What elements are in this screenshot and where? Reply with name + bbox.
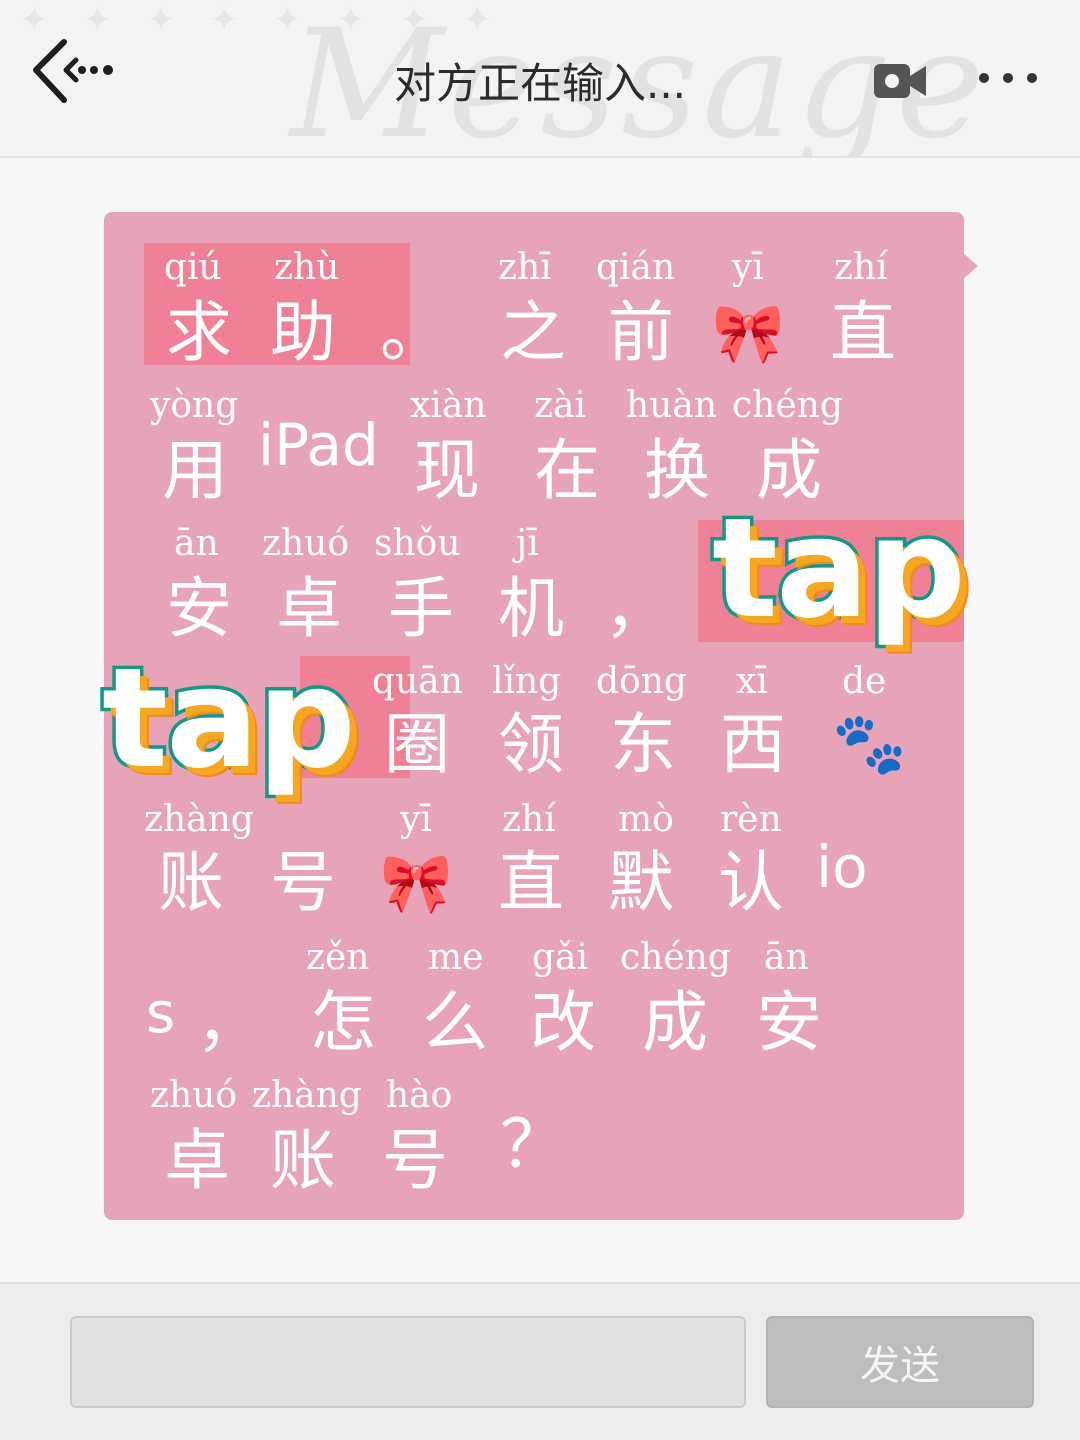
message-input[interactable]: [70, 1316, 746, 1408]
pinyin-text: mò: [618, 799, 674, 840]
hanzi-text: ，: [196, 984, 262, 1061]
hanzi-text: 在: [534, 432, 600, 509]
pinyin-text: ān: [764, 937, 809, 978]
pinyin-text: zhàng: [144, 799, 254, 840]
pinyin-text: chéng: [732, 385, 843, 426]
pinyin-text: qiú: [164, 247, 222, 288]
pinyin-text: xiàn: [410, 385, 487, 426]
pinyin-text: xī: [736, 661, 768, 702]
hanzi-text: iPad: [258, 411, 379, 479]
hanzi-text: 助: [270, 294, 336, 371]
hanzi-text: 东: [610, 706, 676, 783]
hanzi-text: 卓: [164, 1122, 230, 1199]
hanzi-text: 西: [720, 706, 786, 783]
tap-sticker: tap: [709, 488, 970, 649]
message-bubble-tail: [962, 252, 978, 280]
hanzi-text: 账: [158, 844, 224, 921]
hanzi-text: 圈: [384, 706, 450, 783]
pinyin-text: quān: [372, 661, 463, 702]
hanzi-text: 么: [422, 984, 488, 1061]
pinyin-text: zhàng: [252, 1075, 362, 1116]
paw-emoji-icon: 🐾: [832, 709, 907, 779]
hanzi-text: 改: [530, 984, 596, 1061]
hanzi-text: 默: [608, 844, 674, 921]
pinyin-text: jī: [516, 523, 539, 564]
pinyin-text: shǒu: [374, 523, 461, 564]
pinyin-text: zhí: [834, 247, 888, 288]
pinyin-text: me: [428, 937, 484, 978]
hanzi-text: ？: [500, 1106, 566, 1183]
pinyin-text: chéng: [620, 937, 731, 978]
hanzi-text: 号: [270, 844, 336, 921]
pinyin-text: zhuó: [150, 1075, 238, 1116]
pinyin-text: zhī: [498, 247, 552, 288]
pinyin-text: yòng: [150, 385, 239, 426]
send-button[interactable]: 发送: [766, 1316, 1034, 1408]
more-options-button[interactable]: [972, 56, 1044, 100]
hanzi-text: 换: [644, 432, 710, 509]
pinyin-text: rèn: [720, 799, 782, 840]
hanzi-text: 安: [166, 570, 232, 647]
hanzi-text: 用: [162, 432, 228, 509]
hanzi-text: 。: [380, 294, 446, 371]
hanzi-text: 成: [642, 984, 708, 1061]
pinyin-text: zěn: [306, 937, 370, 978]
hanzi-text: 直: [830, 294, 896, 371]
pinyin-text: hào: [386, 1075, 453, 1116]
hanzi-text: 求: [166, 294, 232, 371]
hanzi-text: 机: [498, 570, 564, 647]
hanzi-text: 之: [500, 294, 566, 371]
hanzi-text: 领: [498, 706, 564, 783]
pinyin-text: zhù: [274, 247, 340, 288]
hanzi-text: 安: [756, 984, 822, 1061]
hanzi-text: 前: [608, 294, 674, 371]
hanzi-text: 现: [414, 432, 480, 509]
video-camera-icon: [874, 64, 926, 98]
pinyin-text: de: [842, 661, 887, 702]
bow-emoji-icon: 🎀: [712, 299, 785, 367]
hanzi-text: 卓: [276, 570, 342, 647]
hanzi-text: 号: [382, 1122, 448, 1199]
chat-header: ✦ ✦ ✦ ✦ ✦ ✦ ✦ ✦ Message 对方正在输入...: [0, 0, 1080, 158]
pinyin-text: yī: [400, 799, 432, 840]
pinyin-text: zhuó: [262, 523, 350, 564]
pinyin-text: ān: [174, 523, 219, 564]
pinyin-text: zài: [534, 385, 586, 426]
tap-sticker: tap: [99, 638, 360, 799]
pinyin-text: gǎi: [532, 937, 589, 978]
pinyin-text: yī: [732, 247, 764, 288]
hanzi-text: 怎: [310, 984, 376, 1061]
pinyin-text: dōng: [596, 661, 687, 702]
hanzi-text: 认: [718, 844, 784, 921]
hanzi-text: s: [146, 981, 176, 1046]
hanzi-text: 直: [498, 844, 564, 921]
hanzi-text: io: [816, 833, 868, 901]
pinyin-text: huàn: [626, 385, 718, 426]
pinyin-text: zhí: [502, 799, 556, 840]
hanzi-text: 账: [270, 1122, 336, 1199]
video-call-button[interactable]: [870, 56, 930, 106]
hanzi-text: ，: [604, 570, 670, 647]
bow-emoji-icon: 🎀: [380, 849, 453, 917]
hanzi-text: 手: [388, 570, 454, 647]
pinyin-text: qián: [596, 247, 676, 288]
more-dots-icon: [979, 73, 1037, 83]
pinyin-text: lǐng: [492, 661, 562, 702]
